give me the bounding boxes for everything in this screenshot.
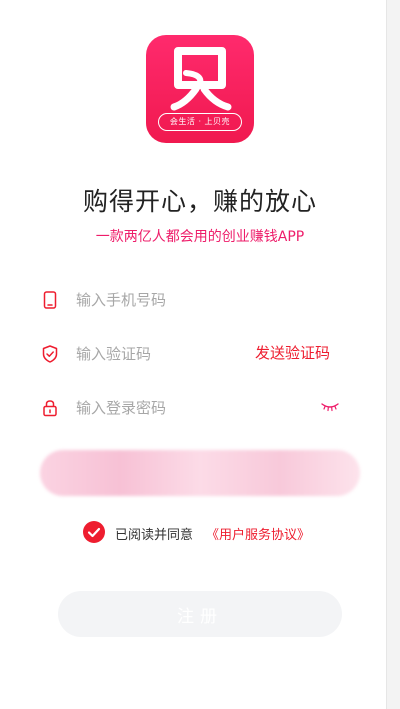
app-logo: 会生活 · 上贝壳 xyxy=(146,35,254,143)
password-field-row xyxy=(40,388,360,428)
check-icon xyxy=(87,527,101,538)
page-subtitle: 一款两亿人都会用的创业赚钱APP xyxy=(95,229,305,245)
phone-input[interactable] xyxy=(76,286,266,314)
register-page: 会生活 · 上贝壳 购得开心，赚的放心 一款两亿人都会用的创业赚钱APP 发送验… xyxy=(0,0,400,709)
phone-field-row xyxy=(40,280,360,320)
send-code-button[interactable]: 发送验证码 xyxy=(255,342,330,363)
register-button[interactable]: 注册 xyxy=(58,591,342,637)
user-agreement-link[interactable]: 《用户服务协议》 xyxy=(206,524,310,543)
phone-icon xyxy=(43,291,57,309)
agreement-text: 已阅读并同意 xyxy=(115,528,194,543)
lock-icon xyxy=(43,400,57,417)
page-title: 购得开心，赚的放心 xyxy=(82,187,317,216)
scrollbar-track xyxy=(386,0,400,709)
shield-icon xyxy=(42,345,58,363)
code-field-row: 发送验证码 xyxy=(40,334,360,374)
eye-closed-icon[interactable] xyxy=(320,400,340,414)
password-input[interactable] xyxy=(76,394,266,422)
logo-tagline: 会生活 · 上贝壳 xyxy=(158,113,242,131)
agreement-checkbox[interactable] xyxy=(83,521,105,543)
code-input[interactable] xyxy=(76,340,266,368)
blurred-banner xyxy=(40,450,360,496)
